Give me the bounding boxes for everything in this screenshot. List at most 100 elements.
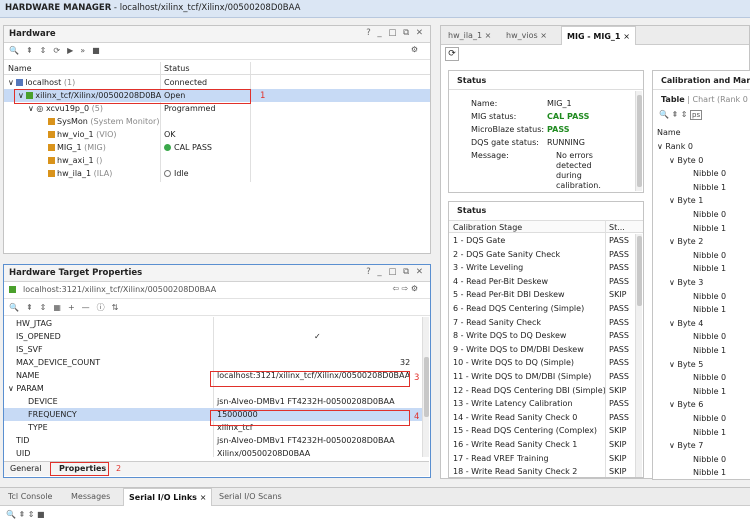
collapse-all-icon[interactable]: ⇞ [19, 510, 26, 519]
close-icon[interactable]: × [200, 493, 207, 502]
panel-controls[interactable]: ? _ □ ⧉ ✕ [366, 267, 425, 277]
margins-tree-item[interactable]: Nibble 1 [653, 262, 750, 275]
prop-row[interactable]: MAX_DEVICE_COUNT 32 [4, 356, 424, 369]
expand-all-icon[interactable]: ⇕ [681, 110, 688, 119]
margins-tree-item[interactable]: Nibble 0 [653, 208, 750, 221]
close-icon[interactable]: × [623, 32, 630, 41]
stop-icon[interactable]: ■ [92, 46, 100, 55]
margins-tree-item[interactable]: Nibble 0 [653, 167, 750, 180]
sort-icon[interactable]: ⇅ [112, 303, 119, 312]
tab-hw-ila[interactable]: hw_ila_1 × [443, 26, 496, 45]
tree-row-mig[interactable]: MIG_1 (MIG) CAL PASS [4, 141, 430, 154]
info-icon[interactable]: ⓘ [97, 303, 105, 312]
close-icon[interactable]: × [485, 31, 492, 40]
expand-all-icon[interactable]: ⇕ [28, 510, 35, 519]
margins-view-toggle[interactable]: Table | Chart (Rank 0 [661, 95, 748, 104]
stage-row[interactable]: 17 - Read VREF Training SKIP [449, 452, 635, 465]
collapse-all-icon[interactable]: ⇞ [26, 303, 33, 312]
search-icon[interactable]: 🔍 [6, 510, 16, 519]
nav-arrows-icon[interactable]: ⇦ ⇨ ⚙ [392, 284, 418, 293]
margins-tree-item[interactable]: ∨ Byte 2 [653, 235, 750, 248]
prop-row[interactable]: DEVICE jsn-Alveo-DMBv1 FT4232H-00500208D0… [4, 395, 424, 408]
tab-hw-vios[interactable]: hw_vios × [501, 26, 552, 45]
margins-tree-item[interactable]: Nibble 0 [653, 290, 750, 303]
group-icon[interactable]: ▦ [53, 303, 61, 312]
tab-general[interactable]: General [10, 464, 42, 473]
stage-row[interactable]: 3 - Write Leveling PASS [449, 261, 635, 274]
tab-serial-io-scans[interactable]: Serial I/O Scans [214, 488, 287, 506]
tree-row-ila[interactable]: hw_ila_1 (ILA) Idle [4, 167, 430, 180]
stage-row[interactable]: 10 - Write DQS to DQ (Simple) PASS [449, 356, 635, 369]
prop-row[interactable]: HW_JTAG [4, 317, 424, 330]
margins-tree-item[interactable]: Nibble 0 [653, 412, 750, 425]
margins-tree-item[interactable]: Nibble 1 [653, 344, 750, 357]
margins-tree-item[interactable]: ∨ Byte 6 [653, 398, 750, 411]
margins-tree-item[interactable]: Nibble 1 [653, 426, 750, 439]
stage-row[interactable]: 6 - Read DQS Centering (Simple) PASS [449, 302, 635, 315]
margins-tree-item[interactable]: ∨ Byte 3 [653, 276, 750, 289]
margins-tree-item[interactable]: Nibble 0 [653, 330, 750, 343]
margins-tree-item[interactable]: ∨ Byte 4 [653, 317, 750, 330]
stage-row[interactable]: 15 - Read DQS Centering (Complex) SKIP [449, 424, 635, 437]
panel-controls[interactable]: ? _ □ ⧉ ✕ [366, 28, 425, 38]
prop-row[interactable]: TID jsn-Alveo-DMBv1 FT4232H-00500208D0BAA [4, 434, 424, 447]
fast-forward-icon[interactable]: » [80, 46, 85, 55]
margins-tree-item[interactable]: Nibble 0 [653, 249, 750, 262]
margins-tree-item[interactable]: Nibble 0 [653, 453, 750, 466]
stage-row[interactable]: 4 - Read Per-Bit Deskew PASS [449, 275, 635, 288]
tree-row-axi[interactable]: hw_axi_1 () [4, 154, 430, 167]
stages-scrollbar[interactable] [635, 234, 642, 477]
prop-row[interactable]: UID Xilinx/00500208D0BAA [4, 447, 424, 457]
refresh-icon[interactable]: ⟳ [445, 47, 459, 61]
margins-tree-item[interactable]: Nibble 1 [653, 181, 750, 194]
properties-scrollbar[interactable] [422, 317, 429, 457]
refresh-icon[interactable]: ⟳ [53, 46, 60, 55]
margins-tree-item[interactable]: Nibble 1 [653, 222, 750, 235]
stage-row[interactable]: 11 - Write DQS to DM/DBI (Simple) PASS [449, 370, 635, 383]
stage-row[interactable]: 18 - Write Read Sanity Check 2 SKIP [449, 465, 635, 477]
tree-row-vio[interactable]: hw_vio_1 (VIO) OK [4, 128, 430, 141]
gear-icon[interactable]: ⚙ [411, 45, 418, 54]
margins-tree-item[interactable]: ∨ Byte 1 [653, 194, 750, 207]
search-icon[interactable]: 🔍 [9, 303, 19, 312]
tab-serial-io-links[interactable]: Serial I/O Links × [123, 488, 213, 506]
expand-all-icon[interactable]: ⇕ [40, 46, 47, 55]
expand-all-icon[interactable]: ⇕ [40, 303, 47, 312]
stage-row[interactable]: 1 - DQS Gate PASS [449, 234, 635, 247]
margins-tree-item[interactable]: ∨ Rank 0 [653, 140, 750, 153]
collapse-all-icon[interactable]: ⇞ [672, 110, 679, 119]
prop-row[interactable]: IS_OPENED ✓ [4, 330, 424, 343]
stop-icon[interactable]: ■ [37, 510, 45, 519]
stage-row[interactable]: 8 - Write DQS to DQ Deskew PASS [449, 329, 635, 342]
ps-icon[interactable]: ps [690, 110, 703, 120]
tab-messages[interactable]: Messages [66, 488, 115, 506]
add-icon[interactable]: + [68, 303, 75, 312]
close-icon[interactable]: × [540, 31, 547, 40]
stage-row[interactable]: 13 - Write Latency Calibration PASS [449, 397, 635, 410]
stage-row[interactable]: 7 - Read Sanity Check PASS [449, 316, 635, 329]
tab-tcl-console[interactable]: Tcl Console [3, 488, 57, 506]
stage-row[interactable]: 2 - DQS Gate Sanity Check PASS [449, 248, 635, 261]
margins-tree-item[interactable]: Nibble 1 [653, 466, 750, 479]
margins-tree-item[interactable]: Nibble 1 [653, 303, 750, 316]
margins-tree-item[interactable]: ∨ Byte 7 [653, 439, 750, 452]
run-icon[interactable]: ▶ [67, 46, 73, 55]
stage-row[interactable]: 14 - Write Read Sanity Check 0 PASS [449, 411, 635, 424]
search-icon[interactable]: 🔍 [9, 46, 19, 55]
margins-tree-item[interactable]: ∨ Byte 5 [653, 358, 750, 371]
remove-icon[interactable]: — [82, 303, 90, 312]
margins-tree-item[interactable]: Nibble 1 [653, 385, 750, 398]
status-scrollbar[interactable] [635, 91, 642, 191]
margins-tree-item[interactable]: ∨ Byte 0 [653, 154, 750, 167]
prop-row[interactable]: IS_SVF [4, 343, 424, 356]
collapse-all-icon[interactable]: ⇞ [26, 46, 33, 55]
tree-row-localhost[interactable]: ∨ localhost (1) Connected [4, 76, 430, 89]
stage-row[interactable]: 5 - Read Per-Bit DBI Deskew SKIP [449, 288, 635, 301]
margins-tree-item[interactable]: Nibble 0 [653, 371, 750, 384]
stage-row[interactable]: 16 - Write Read Sanity Check 1 SKIP [449, 438, 635, 451]
tree-row-sysmon[interactable]: SysMon (System Monitor) [4, 115, 430, 128]
search-icon[interactable]: 🔍 [659, 110, 669, 119]
stage-row[interactable]: 9 - Write DQS to DM/DBI Deskew PASS [449, 343, 635, 356]
tab-mig[interactable]: MIG - MIG_1 × [561, 26, 636, 45]
stage-row[interactable]: 12 - Read DQS Centering DBI (Simple) SKIP [449, 384, 635, 397]
